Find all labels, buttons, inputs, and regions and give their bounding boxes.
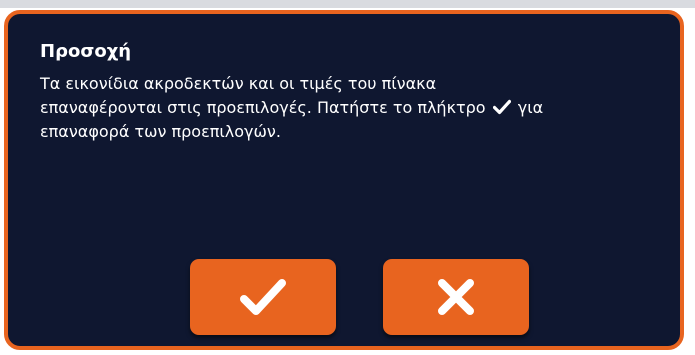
dialog-title: Προσοχή: [40, 41, 132, 62]
checkmark-icon: [492, 99, 511, 115]
dialog-message: Τα εικονίδια ακροδεκτών και οι τιμές του…: [40, 72, 660, 144]
checkmark-icon: [240, 279, 286, 315]
cancel-button[interactable]: [383, 259, 529, 335]
backdrop-top-strip: [0, 0, 695, 8]
message-line-1: Τα εικονίδια ακροδεκτών και οι τιμές του…: [40, 74, 437, 93]
warning-dialog: Προσοχή Τα εικονίδια ακροδεκτών και οι τ…: [4, 10, 684, 350]
message-line-2-tail: για: [512, 98, 544, 117]
message-line-3: επαναφορά των προεπιλογών.: [40, 122, 281, 141]
x-icon: [438, 279, 474, 315]
message-line-2-text: επαναφέρονται στις προεπιλογές. Πατήστε …: [40, 98, 491, 117]
message-line-2: επαναφέρονται στις προεπιλογές. Πατήστε …: [40, 96, 660, 120]
confirm-button[interactable]: [190, 259, 336, 335]
